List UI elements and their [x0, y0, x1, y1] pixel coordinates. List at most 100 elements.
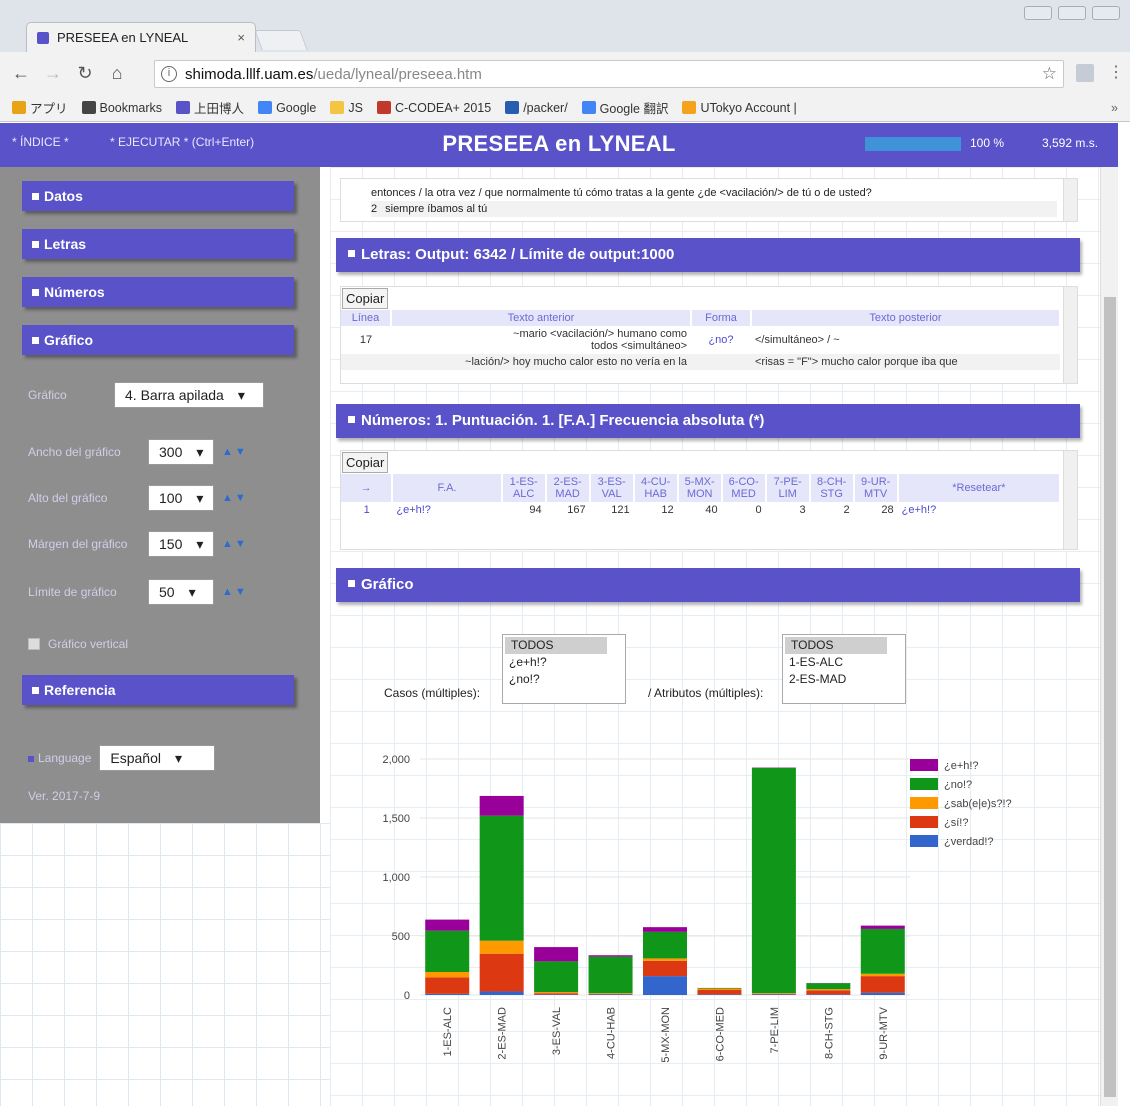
cell-forma [691, 354, 751, 370]
casos-option[interactable]: TODOS [505, 637, 607, 654]
section-referencia[interactable]: Referencia [22, 675, 294, 705]
atributos-option[interactable]: 1-ES-ALC [783, 654, 905, 671]
bookmarks-overflow-icon[interactable]: » [1111, 101, 1118, 115]
numeros-col-header[interactable]: F.A. [392, 474, 503, 502]
atributos-listbox[interactable]: TODOS 1-ES-ALC 2-ES-MAD [782, 634, 906, 704]
numeros-col-header[interactable]: 5-MX-MON [677, 474, 723, 502]
reload-icon[interactable]: ↻ [76, 63, 94, 84]
alto-label: Alto del gráfico [28, 491, 108, 505]
x-tick-label: 2-ES-MAD [497, 1007, 509, 1060]
limite-select[interactable]: 50 ▾ [148, 579, 214, 605]
ancho-select[interactable]: 300 ▾ [148, 439, 214, 465]
main-scrollbar[interactable] [1100, 167, 1118, 1106]
text-output-box[interactable]: entonces / la otra vez / que normalmente… [340, 178, 1078, 222]
col-linea[interactable]: Línea [341, 310, 392, 326]
back-icon[interactable]: ← [12, 63, 30, 84]
forward-icon[interactable]: → [44, 63, 62, 84]
cell-forma[interactable]: ¿no? [691, 326, 751, 354]
col-forma[interactable]: Forma [691, 310, 752, 326]
numeros-col-header[interactable]: 6-CO-MED [721, 474, 767, 502]
letras-copy-button[interactable]: Copiar [342, 288, 389, 309]
bar-segment [534, 993, 579, 995]
extension-icon[interactable] [1076, 64, 1094, 82]
maximize-button[interactable] [1058, 6, 1086, 20]
alto-stepper-icon[interactable]: ▲▼ [222, 492, 248, 504]
casos-option[interactable]: ¿e+h!? [503, 654, 625, 671]
atributos-option[interactable]: TODOS [785, 637, 887, 654]
numeros-col-header[interactable]: 8-CH-STG [809, 474, 855, 502]
section-numeros[interactable]: Números [22, 277, 294, 307]
bookmark-item[interactable]: JS [330, 101, 363, 115]
atributos-option[interactable]: 2-ES-MAD [783, 671, 905, 688]
home-icon[interactable]: ⌂ [108, 63, 126, 84]
col-texto-anterior[interactable]: Texto anterior [391, 310, 692, 326]
limite-stepper-icon[interactable]: ▲▼ [222, 586, 248, 598]
text-scrollbar[interactable] [1063, 179, 1077, 221]
numeros-col-header[interactable]: 2-ES-MAD [545, 474, 591, 502]
bookmark-item[interactable]: Google 翻訳 [581, 98, 668, 117]
numeros-col-header[interactable]: 7-PE-LIM [765, 474, 811, 502]
bookmark-star-icon[interactable]: ☆ [1042, 64, 1057, 84]
numeros-col-header[interactable]: 3-ES-VAL [589, 474, 635, 502]
bar-segment [479, 795, 524, 816]
vertical-checkbox[interactable] [28, 638, 40, 650]
bookmark-item[interactable]: UTokyo Account | [682, 101, 797, 115]
numeros-header[interactable]: Números: 1. Puntuación. 1. [F.A.] Frecue… [336, 404, 1080, 438]
vertical-label: Gráfico vertical [48, 637, 129, 651]
bookmark-item[interactable]: Google [258, 101, 316, 115]
casos-option[interactable]: ¿no!? [503, 671, 625, 688]
numeros-col-header[interactable]: → [341, 474, 394, 502]
info-icon[interactable]: i [161, 66, 177, 82]
numeros-col-header[interactable]: 1-ES-ALC [501, 474, 547, 502]
bar-segment [534, 994, 579, 995]
bar-segment [751, 993, 796, 995]
section-datos[interactable]: Datos [22, 181, 294, 211]
bookmark-item[interactable]: アプリ [12, 98, 68, 117]
x-tick-label: 5-MX-MON [660, 1007, 672, 1063]
bar-segment [697, 987, 742, 989]
ancho-stepper-icon[interactable]: ▲▼ [222, 446, 248, 458]
close-window-button[interactable] [1092, 6, 1120, 20]
section-grafico[interactable]: Gráfico [22, 325, 294, 355]
margen-select[interactable]: 150 ▾ [148, 531, 214, 557]
tab-close-icon[interactable]: × [237, 30, 245, 45]
bookmark-item[interactable]: 上田博人 [176, 98, 244, 117]
bar-segment [806, 989, 851, 991]
alto-select[interactable]: 100 ▾ [148, 485, 214, 511]
numeros-copy-button[interactable]: Copiar [342, 452, 389, 473]
casos-listbox[interactable]: TODOS ¿e+h!? ¿no!? [502, 634, 626, 704]
y-tick-label: 0 [404, 990, 410, 1002]
x-tick-label: 6-CO-MED [714, 1007, 726, 1061]
bar-segment [697, 994, 742, 995]
minimize-button[interactable] [1024, 6, 1052, 20]
col-texto-posterior[interactable]: Texto posterior [751, 310, 1061, 326]
bar-segment [425, 971, 470, 978]
numeros-scrollbar[interactable] [1063, 451, 1077, 549]
letras-header[interactable]: Letras: Output: 6342 / Límite de output:… [336, 238, 1080, 272]
margen-stepper-icon[interactable]: ▲▼ [222, 538, 248, 550]
margen-value: 150 [159, 536, 183, 552]
bar-segment [860, 992, 905, 995]
numeros-col-header[interactable]: 4-CU-HAB [633, 474, 679, 502]
browser-tab[interactable]: PRESEEA en LYNEAL × [26, 22, 256, 52]
new-tab-button[interactable] [254, 30, 308, 50]
grafico-type-select[interactable]: 4. Barra apilada ▾ [114, 382, 264, 408]
numeros-col-header[interactable]: 9-UR-MTV [853, 474, 899, 502]
page-header: * ÍNDICE * * EJECUTAR * (Ctrl+Enter) PRE… [0, 123, 1118, 167]
numeros-col-header[interactable]: *Resetear* [897, 474, 1062, 502]
browser-menu-icon[interactable]: ⋮ [1108, 62, 1124, 82]
sidebar-grid-background [0, 823, 330, 1106]
grafico-header[interactable]: Gráfico [336, 568, 1080, 602]
letras-scrollbar[interactable] [1063, 287, 1077, 383]
numeros-cell[interactable]: ¿e+h!? [392, 502, 501, 518]
dropdown-arrow-icon: ▾ [196, 443, 204, 460]
bookmark-item[interactable]: /packer/ [505, 101, 568, 115]
numeros-cell[interactable]: ¿e+h!? [898, 502, 1060, 518]
address-bar[interactable]: i shimoda.lllf.uam.es/ueda/lyneal/presee… [154, 60, 1064, 88]
main-scrollbar-thumb[interactable] [1104, 297, 1116, 1097]
bookmark-item[interactable]: C-CODEA+ 2015 [376, 101, 491, 115]
section-letras[interactable]: Letras [22, 229, 294, 259]
language-select[interactable]: Español ▾ [99, 745, 216, 771]
bookmark-item[interactable]: Bookmarks [81, 101, 162, 115]
numeros-cell: 121 [611, 504, 630, 516]
